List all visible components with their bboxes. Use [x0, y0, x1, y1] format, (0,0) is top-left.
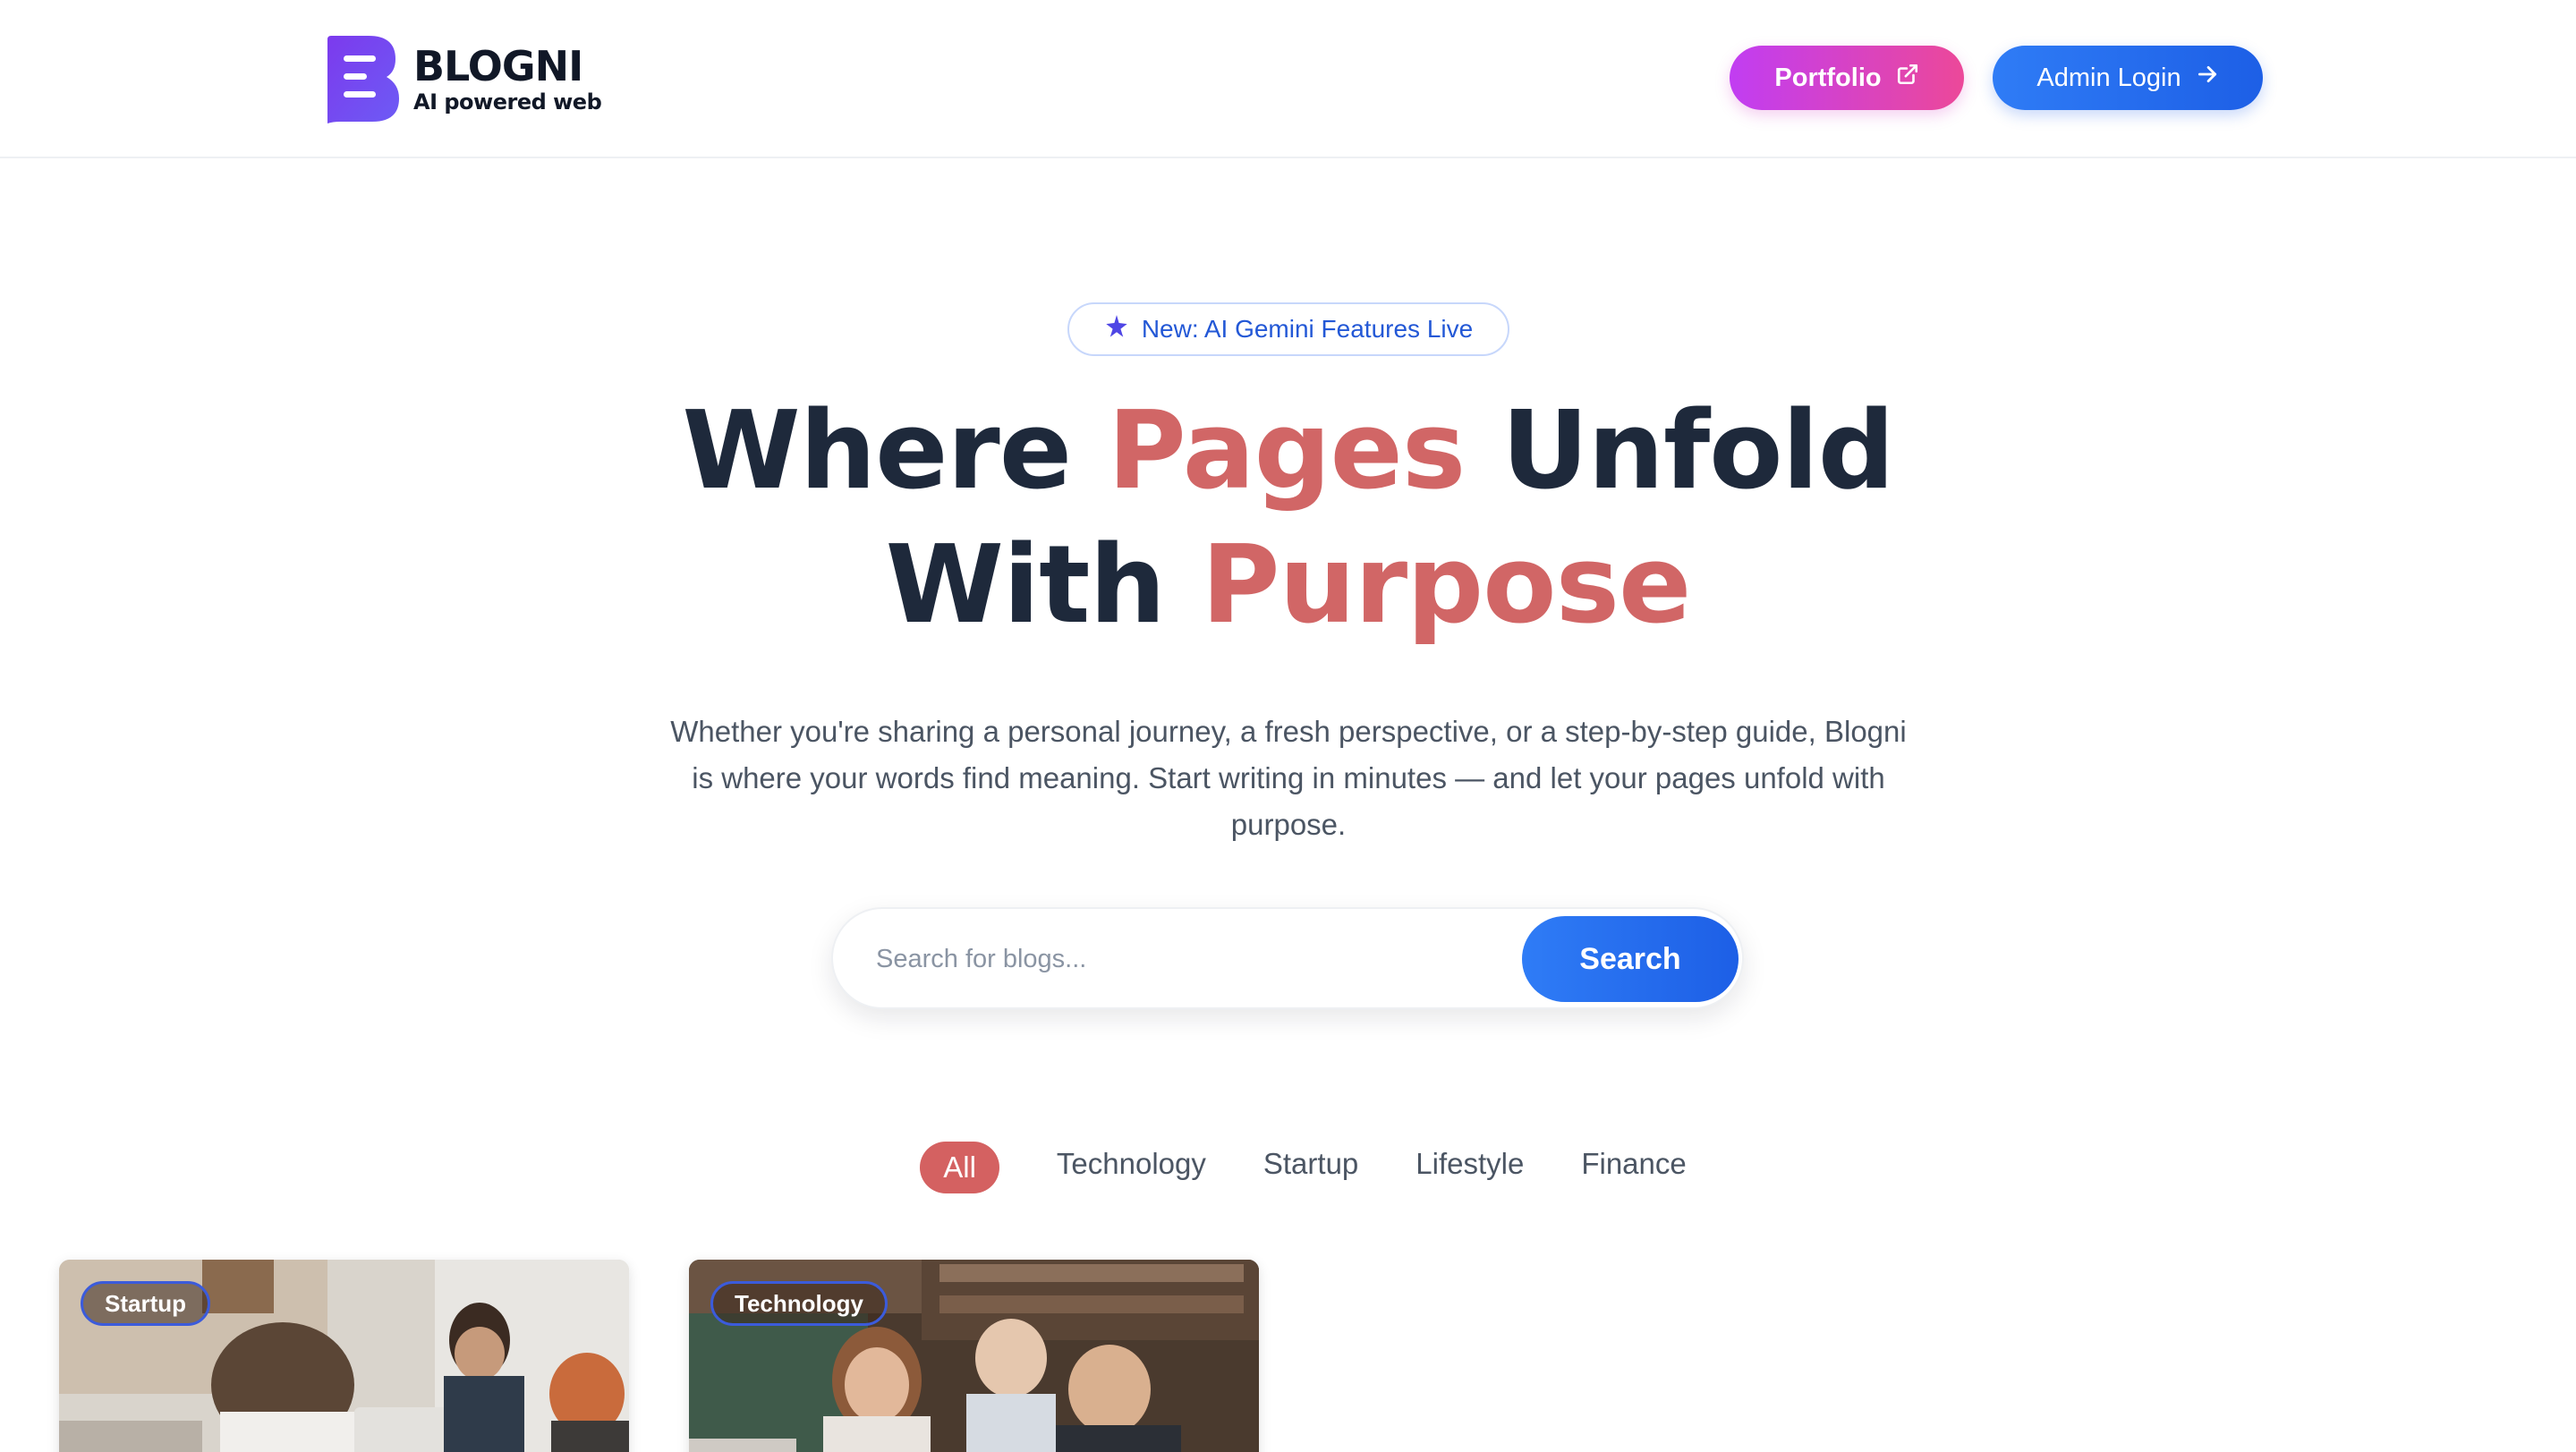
- site-header: BLOGNI AI powered web Portfolio Admin Lo…: [0, 0, 2576, 158]
- category-startup[interactable]: Startup: [1263, 1137, 1358, 1191]
- search-bar: Search: [831, 907, 1744, 1009]
- external-link-icon: [1896, 63, 1919, 93]
- hero-title: Where Pages Unfold With Purpose: [0, 385, 2576, 653]
- brand-logo[interactable]: BLOGNI AI powered web: [324, 34, 602, 123]
- hero-title-accent: Purpose: [1201, 523, 1692, 648]
- hero-description: Whether you're sharing a personal journe…: [670, 715, 1907, 841]
- brand-text: BLOGNI AI powered web: [413, 42, 602, 115]
- sparkle-icon: [1104, 314, 1129, 345]
- admin-login-label: Admin Login: [2036, 63, 2181, 92]
- hero-title-text: Where: [682, 389, 1108, 514]
- blog-card[interactable]: Technology: [689, 1260, 1259, 1452]
- category-all[interactable]: All: [920, 1142, 999, 1193]
- hero-title-line2: With Purpose: [885, 523, 1692, 648]
- search-button[interactable]: Search: [1522, 916, 1739, 1002]
- arrow-right-icon: [2196, 63, 2219, 93]
- hero-title-line1: Where Pages Unfold: [682, 389, 1895, 514]
- brand-name: BLOGNI: [413, 42, 583, 90]
- hero-title-text: Unfold: [1465, 389, 1895, 514]
- hero-title-accent: Pages: [1107, 389, 1466, 514]
- portfolio-button-label: Portfolio: [1774, 63, 1882, 92]
- blog-card-tag: Startup: [81, 1281, 210, 1326]
- category-filter: All Technology Startup Lifestyle Finance: [0, 1134, 2576, 1193]
- brand-tagline: AI powered web: [413, 89, 602, 115]
- category-lifestyle[interactable]: Lifestyle: [1416, 1137, 1524, 1191]
- feature-badge: New: AI Gemini Features Live: [1067, 302, 1509, 356]
- admin-login-button[interactable]: Admin Login: [1993, 46, 2263, 110]
- search-input[interactable]: [876, 930, 1484, 988]
- blog-card-tag: Technology: [710, 1281, 888, 1326]
- blog-card[interactable]: Startup: [59, 1260, 629, 1452]
- feature-badge-text: New: AI Gemini Features Live: [1141, 315, 1474, 343]
- hero-title-text: With: [885, 523, 1202, 648]
- category-finance[interactable]: Finance: [1581, 1137, 1686, 1191]
- category-technology[interactable]: Technology: [1057, 1137, 1206, 1191]
- blogni-logo-icon: [324, 34, 401, 123]
- portfolio-button[interactable]: Portfolio: [1730, 46, 1964, 110]
